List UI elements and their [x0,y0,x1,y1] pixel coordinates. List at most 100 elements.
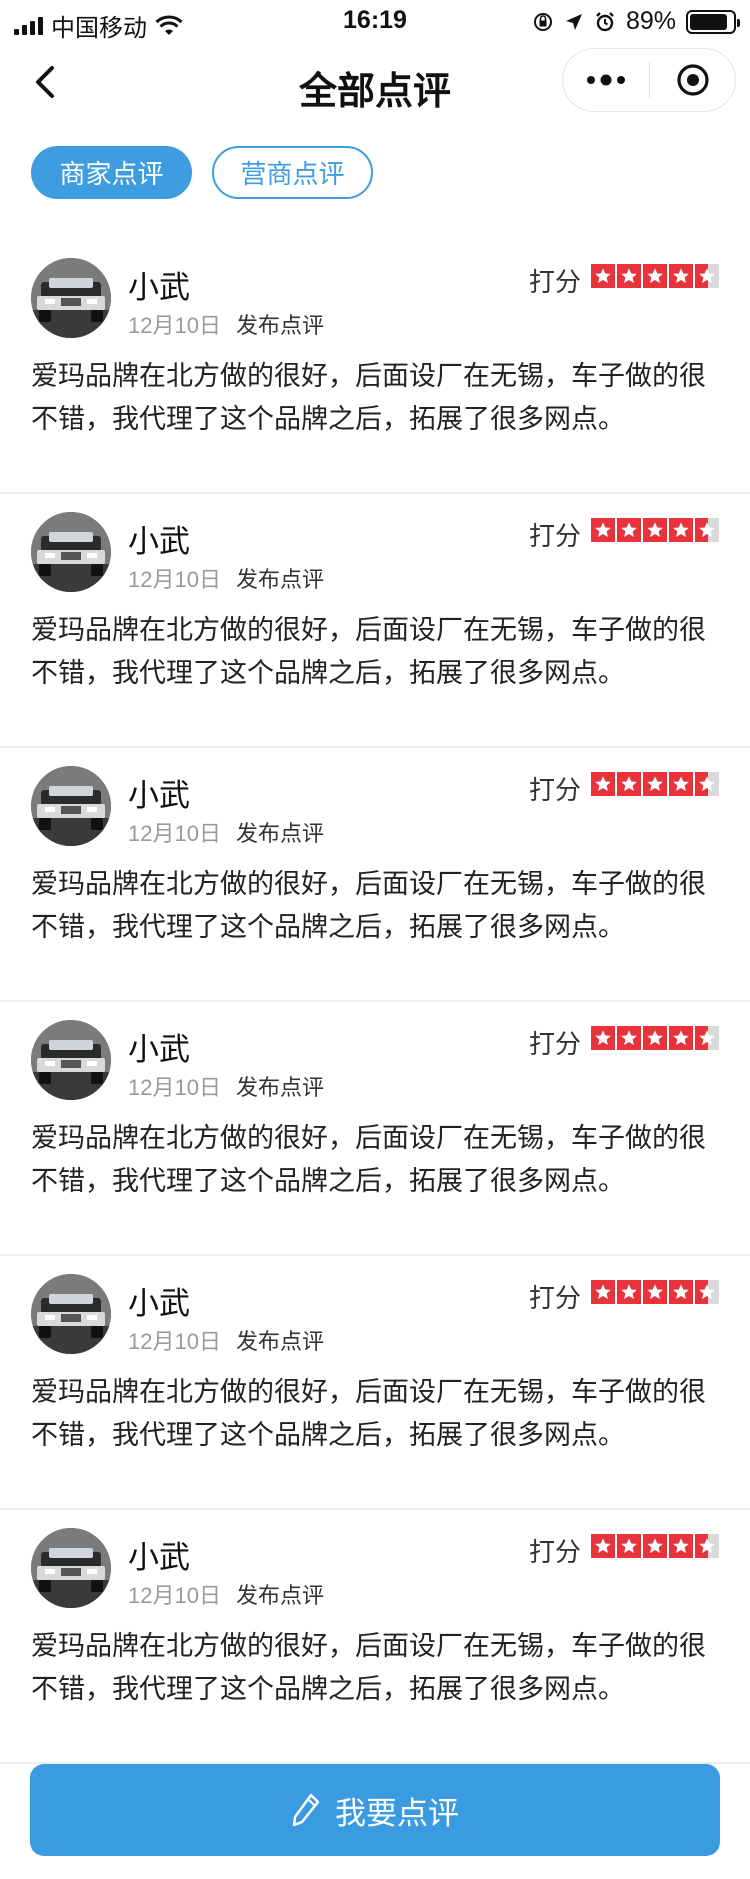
star-icon [617,264,641,288]
score-label: 打分 [529,267,582,297]
review-content: 爱玛品牌在北方做的很好，后面设厂在无锡，车子做的很不错，我代理了这个品牌之后，拓… [31,1377,706,1450]
avatar[interactable] [31,1020,111,1100]
star-icon [695,1534,719,1558]
score-label: 打分 [529,1537,582,1567]
close-button[interactable] [650,49,735,111]
score-label: 打分 [529,1283,582,1313]
star-icon [669,1280,693,1304]
star-icon [695,1026,719,1050]
star-icon [669,1026,693,1050]
review-content: 爱玛品牌在北方做的很好，后面设厂在无锡，车子做的很不错，我代理了这个品牌之后，拓… [31,1123,706,1196]
review-date: 12月10日 [128,1329,221,1354]
review-content: 爱玛品牌在北方做的很好，后面设厂在无锡，车子做的很不错，我代理了这个品牌之后，拓… [31,869,706,942]
star-icon [617,772,641,796]
write-review-button[interactable]: 我要点评 [30,1764,720,1856]
star-icon [643,1026,667,1050]
star-icon [591,1026,615,1050]
reviewer-name: 小武 [128,524,190,559]
star-icon [695,1280,719,1304]
review-item: 小武 12月10日 发布点评 打分 爱玛品牌在北方做的很好，后面设厂在无锡，车子… [0,240,750,494]
star-icon [669,1534,693,1558]
review-content: 爱玛品牌在北方做的很好，后面设厂在无锡，车子做的很不错，我代理了这个品牌之后，拓… [31,361,706,434]
review-date: 12月10日 [128,313,221,338]
star-rating [591,772,719,796]
star-icon [643,1534,667,1558]
star-icon [591,518,615,542]
review-item: 小武 12月10日 发布点评 打分 爱玛品牌在北方做的很好，后面设厂在无锡，车子… [0,1256,750,1510]
review-item: 小武 12月10日 发布点评 打分 爱玛品牌在北方做的很好，后面设厂在无锡，车子… [0,748,750,1002]
score-label: 打分 [529,521,582,551]
star-icon [669,772,693,796]
star-icon [643,264,667,288]
star-icon [643,518,667,542]
battery-fill [690,13,728,30]
star-rating [591,1026,719,1050]
avatar[interactable] [31,512,111,592]
location-icon [565,13,582,30]
review-tabs: 商家点评 营商点评 [31,146,373,199]
star-icon [617,1534,641,1558]
score-label: 打分 [529,1029,582,1059]
battery-percent: 89% [625,7,676,35]
status-bar: 中国移动 16:19 89% [0,0,750,44]
car-avatar-icon [31,512,111,592]
review-content: 爱玛品牌在北方做的很好，后面设厂在无锡，车子做的很不错，我代理了这个品牌之后，拓… [31,1631,706,1704]
reviewer-name: 小武 [128,1032,190,1067]
pencil-icon [292,1793,320,1827]
star-icon [591,264,615,288]
star-icon [695,772,719,796]
star-icon [643,1280,667,1304]
star-icon [669,518,693,542]
star-rating [591,518,719,542]
star-icon [617,1280,641,1304]
review-item: 小武 12月10日 发布点评 打分 爱玛品牌在北方做的很好，后面设厂在无锡，车子… [0,1002,750,1256]
alarm-icon [596,11,614,31]
more-dots-icon [587,74,625,86]
target-icon [676,64,709,96]
review-action: 发布点评 [236,821,325,846]
tab-merchant-reviews[interactable]: 商家点评 [31,146,192,199]
reviewer-name: 小武 [128,1540,190,1575]
review-action: 发布点评 [236,1329,325,1354]
avatar[interactable] [31,1528,111,1608]
battery-icon [686,9,740,34]
review-date: 12月10日 [128,1583,221,1608]
star-icon [591,1280,615,1304]
reviewer-name: 小武 [128,270,190,305]
status-right: 89% [532,7,740,36]
star-rating [591,264,719,288]
star-icon [617,518,641,542]
score-label: 打分 [529,775,582,805]
nav-bar: 全部点评 [0,44,750,120]
car-avatar-icon [31,1528,111,1608]
star-icon [669,264,693,288]
star-icon [695,518,719,542]
star-icon [617,1026,641,1050]
star-icon [643,772,667,796]
mini-program-capsule [562,48,736,112]
reviewer-name: 小武 [128,1286,190,1321]
more-button[interactable] [563,49,649,111]
car-avatar-icon [31,1274,111,1354]
tab-operator-reviews[interactable]: 营商点评 [212,146,373,199]
star-rating [591,1534,719,1558]
review-item: 小武 12月10日 发布点评 打分 爱玛品牌在北方做的很好，后面设厂在无锡，车子… [0,1510,750,1764]
avatar[interactable] [31,258,111,338]
star-icon [695,264,719,288]
review-list: 小武 12月10日 发布点评 打分 爱玛品牌在北方做的很好，后面设厂在无锡，车子… [0,240,750,1764]
reviewer-name: 小武 [128,778,190,813]
review-action: 发布点评 [236,1075,325,1100]
star-rating [591,1280,719,1304]
review-content: 爱玛品牌在北方做的很好，后面设厂在无锡，车子做的很不错，我代理了这个品牌之后，拓… [31,615,706,688]
star-icon [591,772,615,796]
review-action: 发布点评 [236,1583,325,1608]
review-action: 发布点评 [236,313,325,338]
review-item: 小武 12月10日 发布点评 打分 爱玛品牌在北方做的很好，后面设厂在无锡，车子… [0,494,750,748]
avatar[interactable] [31,766,111,846]
avatar[interactable] [31,1274,111,1354]
car-avatar-icon [31,1020,111,1100]
review-date: 12月10日 [128,1075,221,1100]
car-avatar-icon [31,258,111,338]
review-action: 发布点评 [236,567,325,592]
orientation-lock-icon [533,12,552,31]
